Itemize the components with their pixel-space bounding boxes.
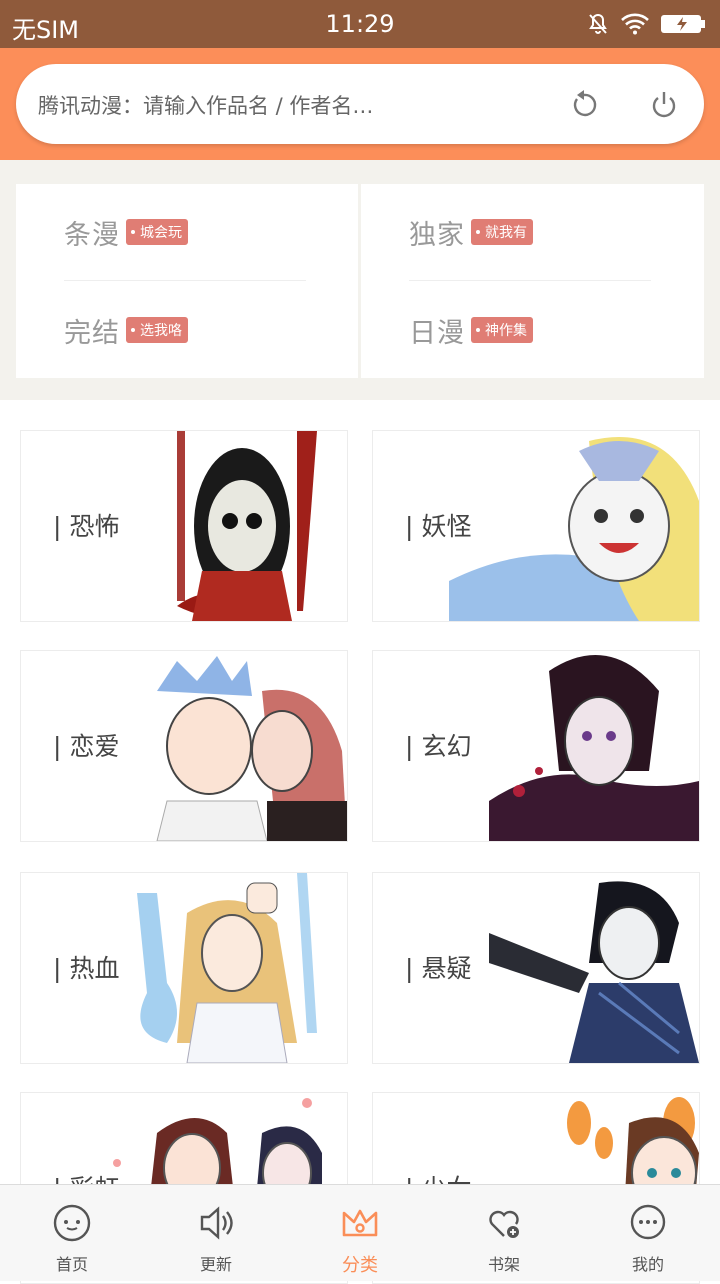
hotblood-illustration (137, 873, 317, 1063)
quick-item-name: 独家 (409, 219, 465, 251)
search-header: 腾讯动漫：请输入作品名 / 作者名… (0, 48, 720, 160)
tab-label: 书架 (487, 1255, 520, 1274)
wifi-icon (621, 13, 649, 35)
quick-item-name: 完结 (64, 317, 120, 349)
fantasy-illustration (489, 655, 699, 841)
search-bar[interactable]: 腾讯动漫：请输入作品名 / 作者名… (16, 64, 704, 144)
divider (409, 280, 651, 281)
category-card-fantasy[interactable]: 玄幻 (372, 650, 700, 842)
quick-item-name: 日漫 (409, 317, 465, 349)
battery-charging-icon (661, 15, 705, 33)
refresh-icon[interactable] (566, 86, 602, 122)
category-card-mystery[interactable]: 悬疑 (372, 872, 700, 1064)
romance-illustration (156, 656, 347, 841)
speaker-icon (200, 1206, 233, 1240)
tab-label: 分类 (342, 1255, 378, 1276)
quick-item-name: 条漫 (64, 219, 120, 251)
tab-update[interactable]: 更新 (156, 1195, 276, 1275)
heart-plus-icon (489, 1210, 519, 1238)
tab-home[interactable]: 首页 (12, 1195, 132, 1275)
category-card-romance[interactable]: 恋爱 (20, 650, 348, 842)
category-card-yokai[interactable]: 妖怪 (372, 430, 700, 622)
status-bar: 无SIM 11:29 (0, 0, 720, 48)
quick-item-tag: 选我咯 (126, 317, 188, 343)
tab-label: 我的 (631, 1255, 664, 1274)
face-icon (53, 1204, 91, 1242)
power-icon[interactable] (646, 86, 682, 122)
quick-item-tag: 就我有 (471, 219, 533, 245)
yokai-illustration (449, 437, 699, 621)
tab-mine[interactable]: 我的 (588, 1195, 708, 1275)
search-placeholder[interactable]: 腾讯动漫：请输入作品名 / 作者名… (38, 90, 373, 120)
category-card-horror[interactable]: 恐怖 (20, 430, 348, 622)
quick-item-tiaoman[interactable]: 条漫 城会玩 (64, 204, 188, 260)
quick-item-wanjie[interactable]: 完结 选我咯 (64, 302, 188, 358)
bottom-tab-bar: 首页 更新 分类 书架 我的 (0, 1184, 720, 1281)
tab-label: 更新 (199, 1255, 232, 1274)
crown-icon (342, 1209, 378, 1237)
bell-off-icon (589, 13, 607, 34)
tab-label: 首页 (55, 1255, 88, 1274)
tab-bookshelf[interactable]: 书架 (444, 1195, 564, 1275)
quick-item-tag: 神作集 (471, 317, 533, 343)
status-icons (586, 10, 706, 38)
divider (64, 280, 306, 281)
quick-card-left: 条漫 城会玩 完结 选我咯 (16, 184, 358, 378)
chat-bubble-icon (630, 1204, 666, 1240)
quick-item-riman[interactable]: 日漫 神作集 (409, 302, 533, 358)
mystery-illustration (489, 881, 699, 1063)
quick-card-right: 独家 就我有 日漫 神作集 (361, 184, 704, 378)
quick-entry-panel: 条漫 城会玩 完结 选我咯 独家 就我有 日漫 神作集 (0, 160, 720, 400)
quick-item-tag: 城会玩 (126, 219, 188, 245)
category-card-hotblood[interactable]: 热血 (20, 872, 348, 1064)
quick-item-dujia[interactable]: 独家 就我有 (409, 204, 533, 260)
tab-category[interactable]: 分类 (300, 1195, 420, 1276)
horror-illustration (177, 431, 317, 621)
